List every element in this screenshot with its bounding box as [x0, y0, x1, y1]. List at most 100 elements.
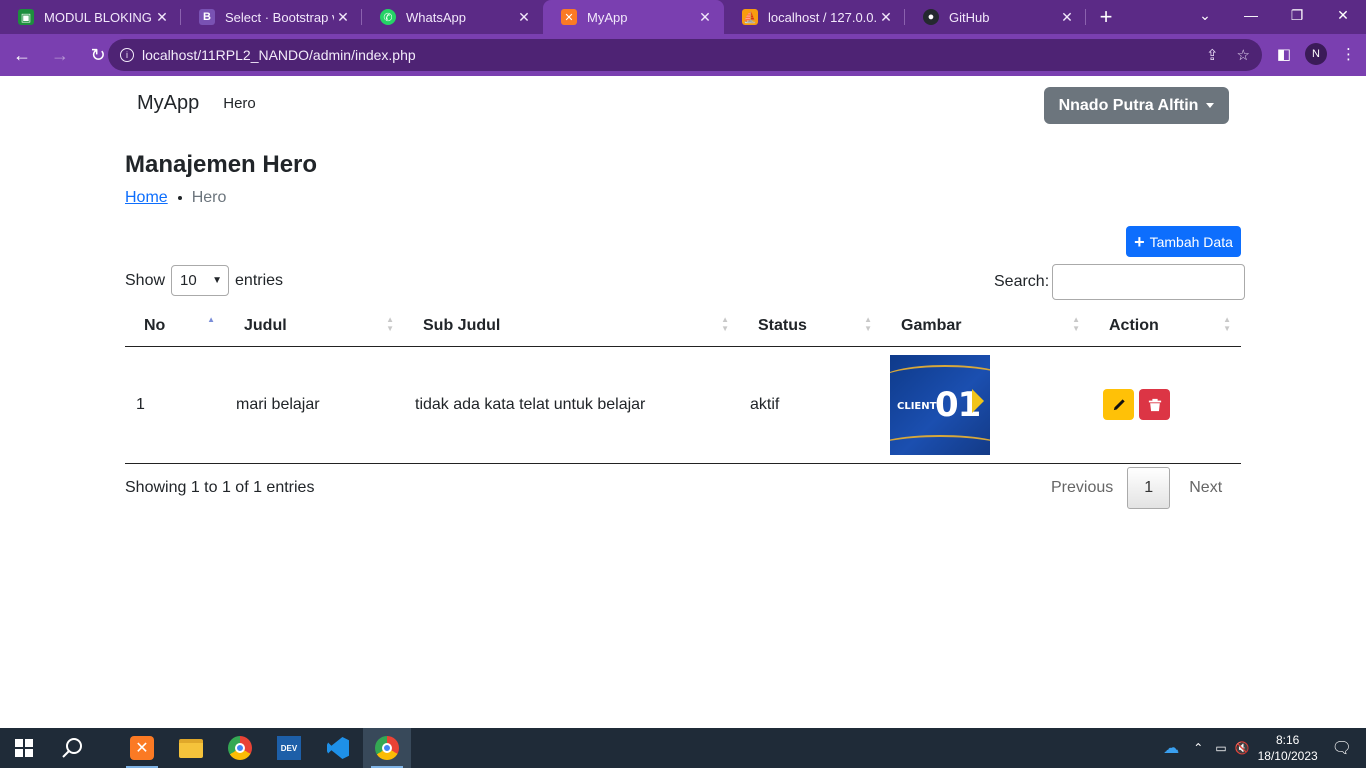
restore-button[interactable]: ❐ — [1274, 0, 1320, 30]
close-tab-icon[interactable]: ✕ — [1058, 9, 1076, 26]
taskbar-vscode[interactable] — [314, 728, 362, 768]
google-classroom-icon: ▣ — [18, 9, 34, 25]
chevron-down-icon: ▼ — [212, 275, 223, 286]
show-label: Show — [125, 271, 166, 289]
share-icon[interactable]: ⇪ — [1206, 46, 1219, 64]
thumbnail-text-client: CLIENT — [897, 400, 937, 412]
column-header-status[interactable]: Status ▲ ▼ — [739, 306, 882, 347]
flutter-logo-icon — [972, 388, 984, 413]
column-label: Sub Judul — [423, 316, 501, 334]
cell-sub-judul: tidak ada kata telat untuk belajar — [404, 346, 739, 464]
taskbar-chrome[interactable] — [216, 728, 264, 768]
add-data-button[interactable]: + Tambah Data — [1126, 226, 1241, 257]
system-tray: ☁ ⌃ ▭ 🔇 8:16 18/10/2023 🗨 — [1163, 728, 1366, 768]
browser-tab-phpmyadmin[interactable]: ⛵ localhost / 127.0.0.1 / ✕ — [724, 0, 905, 34]
cell-status: aktif — [739, 346, 882, 464]
column-label: No — [144, 316, 166, 334]
table-header-row: No ▲ Judul ▲ ▼ Sub Judul ▲ ▼ Status ▲ ▼ Gambar ▲… — [125, 306, 1241, 347]
devcpp-icon: DEV — [277, 736, 301, 760]
column-label: Gambar — [901, 316, 962, 334]
navbar-brand[interactable]: MyApp — [137, 92, 199, 115]
start-button[interactable] — [0, 728, 48, 768]
tab-title: MODUL BLOKING WE — [44, 9, 153, 25]
column-label: Action — [1109, 316, 1159, 334]
user-dropdown-button[interactable]: Nnado Putra Alftin — [1044, 87, 1229, 124]
previous-page-button[interactable]: Previous — [1035, 479, 1127, 497]
close-tab-icon[interactable]: ✕ — [696, 9, 714, 26]
column-label: Judul — [244, 316, 287, 334]
taskbar-clock[interactable]: 8:16 18/10/2023 — [1258, 732, 1318, 764]
taskbar-xampp[interactable]: ✕ — [118, 728, 166, 768]
volume-muted-icon[interactable]: 🔇 — [1235, 741, 1250, 755]
minimize-button[interactable]: — — [1228, 0, 1274, 30]
browser-tabstrip: ▣ MODUL BLOKING WE ✕ B Select · Bootstra… — [0, 0, 1366, 34]
windows-taskbar: ✕ DEV ☁ ⌃ ▭ 🔇 8:16 18/10/2023 🗨 — [0, 728, 1366, 768]
page-title: Manajemen Hero — [125, 151, 318, 178]
sort-icon: ▲ ▼ — [721, 315, 729, 333]
search-label: Search: — [994, 273, 1050, 290]
tab-search-icon[interactable]: ⌄ — [1182, 0, 1228, 30]
close-tab-icon[interactable]: ✕ — [153, 9, 171, 26]
clock-date: 18/10/2023 — [1257, 749, 1318, 763]
breadcrumb-home-link[interactable]: Home — [125, 189, 168, 207]
column-header-gambar[interactable]: Gambar ▲ ▼ — [882, 306, 1090, 347]
next-page-button[interactable]: Next — [1170, 479, 1238, 497]
browser-tab-myapp[interactable]: ✕ MyApp ✕ — [543, 0, 724, 34]
column-header-action[interactable]: Action ▲ ▼ — [1090, 306, 1241, 347]
close-window-button[interactable]: ✕ — [1320, 0, 1366, 30]
search-button[interactable] — [48, 728, 96, 768]
breadcrumb-current: Hero — [191, 189, 227, 206]
entries-select[interactable]: 10 ▼ — [171, 265, 230, 296]
browser-tab-bootstrap[interactable]: B Select · Bootstrap v5.3 ✕ — [181, 0, 362, 34]
column-header-no[interactable]: No ▲ — [125, 306, 225, 347]
browser-tab-whatsapp[interactable]: ✆ WhatsApp ✕ — [362, 0, 543, 34]
xampp-icon: ✕ — [561, 9, 577, 25]
url-text: localhost/11RPL2_NANDO/admin/index.php — [142, 47, 416, 63]
whatsapp-icon: ✆ — [380, 9, 396, 25]
table-search: Search: — [994, 264, 1246, 300]
taskbar-chrome-profile[interactable] — [363, 728, 411, 768]
search-input[interactable] — [1052, 264, 1246, 300]
hero-table: No ▲ Judul ▲ ▼ Sub Judul ▲ ▼ Status ▲ ▼ Gambar ▲… — [125, 306, 1241, 464]
site-info-icon[interactable]: i — [120, 48, 134, 62]
page-1-button[interactable]: 1 — [1127, 467, 1171, 509]
profile-avatar[interactable]: N — [1305, 43, 1327, 65]
edit-button[interactable] — [1103, 389, 1134, 420]
cell-judul: mari belajar — [225, 346, 404, 464]
notification-center-icon[interactable]: 🗨 — [1332, 738, 1352, 758]
onedrive-icon[interactable]: ☁ — [1163, 738, 1179, 758]
tab-title: localhost / 127.0.0.1 / — [768, 9, 877, 25]
clock-time: 8:16 — [1275, 733, 1300, 747]
column-header-sub-judul[interactable]: Sub Judul ▲ ▼ — [404, 306, 739, 347]
browser-tab-github[interactable]: ● GitHub ✕ — [905, 0, 1086, 34]
github-icon: ● — [923, 9, 939, 25]
taskbar-devcpp[interactable]: DEV — [265, 728, 313, 768]
xampp-icon: ✕ — [130, 736, 154, 760]
sort-icon: ▲ — [207, 315, 215, 324]
back-button[interactable]: ← — [6, 39, 38, 71]
entries-length-control: Show 10 ▼ entries — [125, 265, 283, 296]
new-tab-button[interactable]: + — [1086, 0, 1126, 34]
taskbar-file-explorer[interactable] — [167, 728, 215, 768]
side-panel-icon[interactable]: ◧ — [1277, 45, 1291, 63]
address-bar[interactable]: i localhost/11RPL2_NANDO/admin/index.php… — [108, 39, 1262, 71]
close-tab-icon[interactable]: ✕ — [877, 9, 895, 26]
table-info: Showing 1 to 1 of 1 entries — [125, 479, 315, 496]
forward-button[interactable]: → — [44, 39, 76, 71]
close-tab-icon[interactable]: ✕ — [334, 9, 352, 26]
delete-button[interactable] — [1139, 389, 1170, 420]
entries-label: entries — [235, 271, 284, 289]
tab-title: GitHub — [949, 9, 990, 25]
bookmark-star-icon[interactable]: ☆ — [1237, 46, 1250, 64]
window-controls: ⌄ — ❐ ✕ — [1182, 0, 1366, 34]
nav-link-hero[interactable]: Hero — [223, 95, 256, 112]
browser-tab-classroom[interactable]: ▣ MODUL BLOKING WE ✕ — [0, 0, 181, 34]
tab-title: WhatsApp — [406, 9, 466, 25]
folder-icon — [179, 738, 203, 758]
menu-kebab-icon[interactable]: ⋮ — [1341, 45, 1356, 63]
pagination: Previous 1 Next — [1035, 467, 1238, 509]
show-hidden-icons[interactable]: ⌃ — [1193, 741, 1203, 755]
network-icon[interactable]: ▭ — [1215, 741, 1226, 755]
column-header-judul[interactable]: Judul ▲ ▼ — [225, 306, 404, 347]
close-tab-icon[interactable]: ✕ — [515, 9, 533, 26]
